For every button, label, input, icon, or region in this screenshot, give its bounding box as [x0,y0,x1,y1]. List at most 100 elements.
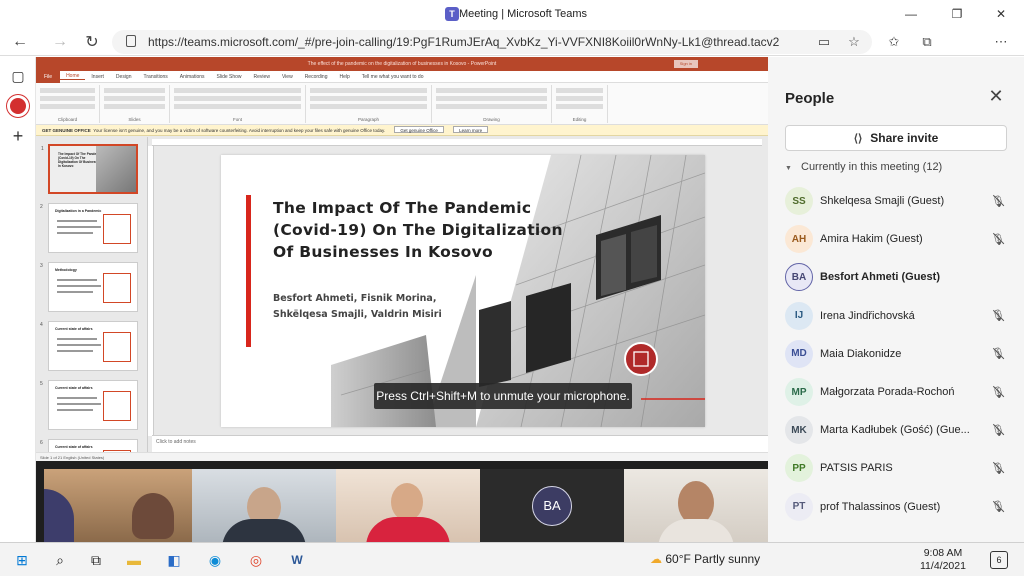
chrome-icon[interactable]: ◎ [246,550,266,570]
video-tile[interactable] [44,469,192,542]
mic-off-icon[interactable]: 🎙 [990,460,1006,476]
mic-off-icon[interactable]: 🎙 [990,422,1006,438]
edge-icon[interactable]: ◉ [205,550,225,570]
word-icon[interactable]: W [287,550,307,570]
ribbon-group-editing: Editing [552,85,608,123]
ppt-tab: Animations [179,73,205,80]
avatar: PT [785,492,813,521]
notes-pane: Click to add notes [152,435,768,452]
mic-off-icon[interactable]: 🎙 [990,499,1006,515]
back-icon[interactable]: ← [10,32,30,52]
slide-thumbnail: 6 Current state of affairs [40,439,138,452]
participant-row[interactable]: MP Małgorzata Porada-Rochoń 🎙 [785,378,1015,408]
participant-name: Amira Hakim (Guest) [820,233,923,246]
mic-off-icon[interactable]: 🎙 [990,346,1006,362]
slide-accent-bar [246,195,251,347]
video-tile[interactable] [192,469,336,542]
participant-row[interactable]: SS Shkelqesa Smajli (Guest) 🎙 [785,187,1015,217]
participant-name: Besfort Ahmeti (Guest) [820,271,940,284]
participant-row[interactable]: MD Maia Diakonidze 🎙 [785,339,1015,370]
participant-row[interactable]: AH Amira Hakim (Guest) 🎙 [785,225,1015,255]
ppt-ribbon-tabs: File Home Insert Design Transitions Anim… [36,70,768,83]
close-window-button[interactable]: ✕ [978,0,1024,28]
ppt-titlebar: The effect of the pandemic on the digita… [36,57,768,71]
people-title: People [785,90,835,107]
ppt-tab: View [281,73,293,80]
more-icon[interactable]: ⋯ [992,33,1010,51]
ppt-ribbon: Clipboard Slides Font Paragraph Drawing … [36,83,768,125]
ppt-tab: File [36,70,61,83]
in-meeting-section-header[interactable]: ▼ Currently in this meeting (12) [785,161,942,173]
windows-start-icon[interactable]: ⊞ [12,550,32,570]
task-view-icon[interactable]: ⧉ [86,550,106,570]
mic-off-icon[interactable]: 🎙 [990,231,1006,247]
video-tile[interactable] [624,469,768,542]
collections-icon[interactable]: ⧉ [918,33,936,51]
vertical-ruler [148,146,154,436]
teams-icon: T [445,7,459,21]
camera-icon[interactable]: ▭ [815,33,833,51]
lock-icon [126,35,136,47]
record-icon[interactable] [9,97,27,115]
ppt-tab: Review [253,73,270,80]
maximize-button[interactable]: ❐ [934,0,980,28]
avatar: BA [785,263,813,292]
window-title: Meeting | Microsoft Teams [459,8,587,20]
share-invite-button[interactable]: ⟨⟩ Share invite [785,125,1007,151]
slide-thumbnail: 1 The Impact Of The Pandemic (Covid-19) … [41,144,138,194]
mic-off-icon[interactable]: 🎙 [990,193,1006,209]
avatar: PP [785,454,813,483]
avatar: SS [785,187,813,215]
ppt-tab: Transitions [143,73,168,80]
weather-widget[interactable]: ☁ 60°F Partly sunny [650,552,760,566]
participant-row[interactable]: IJ Irena Jindřichovská 🎙 [785,301,1015,332]
participant-row[interactable]: BA Besfort Ahmeti (Guest) [785,263,1015,293]
genuine-office-warning: GET GENUINE OFFICE Your license isn't ge… [36,125,768,136]
video-tile[interactable] [336,469,480,542]
clock[interactable]: 9:08 AM 11/4/2021 [920,547,966,573]
slide-thumbnail: 2 Digitalization in a Pandemic [40,203,138,253]
ppt-tab: Tell me what you want to do [361,73,424,80]
forward-icon[interactable]: → [50,32,70,52]
store-icon[interactable]: ◧ [164,550,184,570]
avatar: MD [785,339,813,368]
meeting-left-rail: ▢ + [0,57,36,542]
tab-actions-icon[interactable]: ▢ [9,67,27,85]
refresh-icon[interactable]: ↻ [82,32,102,52]
mic-off-icon[interactable]: 🎙 [990,308,1006,324]
file-explorer-icon[interactable]: ▬ [124,550,144,570]
ppt-sign-in: Sign in [673,60,698,68]
close-icon[interactable]: ✕ [987,86,1005,106]
windows-taskbar: ⊞ ⌕ ⧉ ▬ ◧ ◉ ◎ W ☁ 60°F Partly sunny 9:08… [0,542,1024,576]
notification-center-icon[interactable]: 6 [990,551,1008,569]
participant-name: PATSIS PARIS [820,462,893,475]
avatar: AH [785,225,813,254]
ribbon-group-paragraph: Paragraph [306,85,432,123]
participant-row[interactable]: PT prof Thalassinos (Guest) 🎙 [785,492,1015,523]
mic-off-icon[interactable]: 🎙 [990,384,1006,400]
participant-row[interactable]: PP PATSIS PARIS 🎙 [785,454,1015,484]
avatar: BA [532,485,572,526]
favorite-add-icon[interactable]: ☆ [845,33,863,51]
participant-name: Małgorzata Porada-Rochoń [820,386,955,398]
ppt-tab: Help [339,73,350,80]
participant-name: Maia Diakonidze [820,347,902,360]
participant-row[interactable]: MK Marta Kadłubek (Gość) (Gue... 🎙 [785,416,1015,446]
search-icon[interactable]: ⌕ [50,550,70,570]
add-icon[interactable]: + [9,126,27,146]
ppt-tab: Insert [91,73,104,80]
participant-name: Marta Kadłubek (Gość) (Gue... [820,424,970,437]
minimize-button[interactable]: — [888,0,934,28]
learn-more-button: Learn more [453,126,489,133]
favorites-icon[interactable]: ✩ [885,33,903,51]
participant-name: Irena Jindřichovská [820,309,915,322]
ppt-status-bar: Slide 1 of 21 English (United States) [36,452,768,461]
avatar: MK [785,416,813,445]
avatar: MP [785,378,813,406]
ribbon-group-drawing: Drawing [432,85,552,123]
ribbon-group-slides: Slides [100,85,170,123]
slide-authors: Besfort Ahmeti, Fisnik Morina, Shkëlqesa… [273,293,442,320]
ppt-tab: Recording [304,73,328,80]
video-tile[interactable]: BA [480,469,624,542]
address-bar[interactable]: https://teams.microsoft.com/_#/pre-join-… [112,30,872,54]
